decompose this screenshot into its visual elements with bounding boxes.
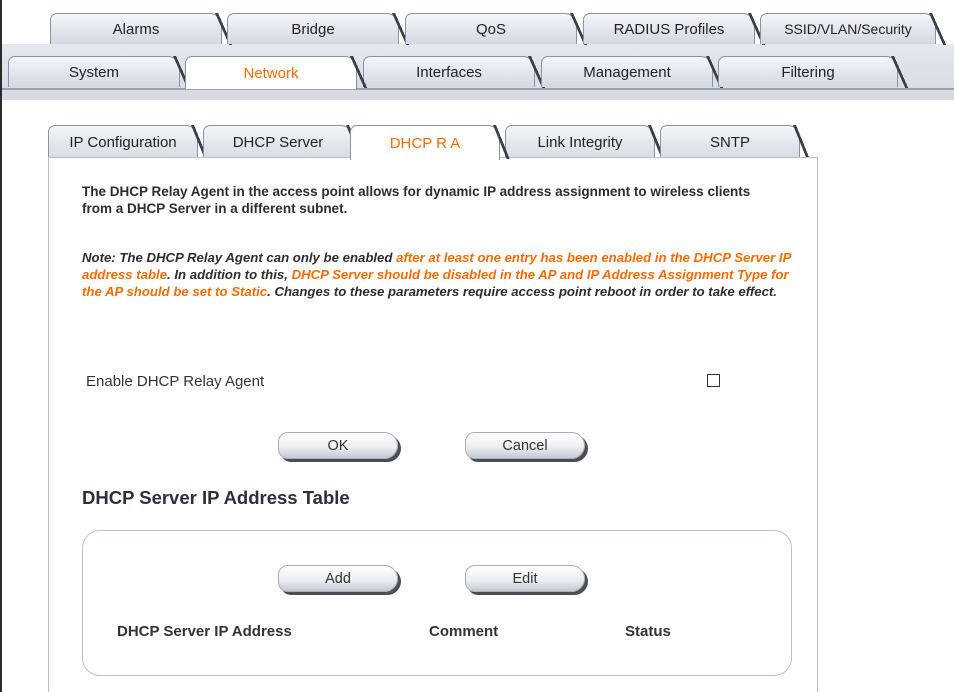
table-title: DHCP Server IP Address Table [82, 487, 350, 508]
column-header-ip-address: DHCP Server IP Address [117, 623, 292, 640]
tab-radius-profiles[interactable]: RADIUS Profiles [583, 13, 755, 44]
note-text: Note: The DHCP Relay Agent can only be e… [82, 249, 794, 300]
tab-filtering[interactable]: Filtering [718, 56, 898, 87]
subtab-dhcp-server[interactable]: DHCP Server [203, 125, 353, 158]
cancel-button[interactable]: Cancel [465, 432, 585, 459]
enable-relay-agent-checkbox[interactable] [707, 374, 720, 387]
add-button[interactable]: Add [278, 565, 398, 592]
network-sub-tabs: IP Configuration DHCP Server DHCP R A Li… [48, 125, 818, 160]
tab-bridge[interactable]: Bridge [227, 13, 399, 44]
ok-button[interactable]: OK [278, 432, 398, 459]
tab-management[interactable]: Management [541, 56, 713, 87]
enable-relay-agent-label: Enable DHCP Relay Agent [86, 373, 265, 390]
tab-network[interactable]: Network [185, 56, 357, 89]
top-tab-row-1: Alarms Bridge QoS RADIUS Profiles SSID/V… [2, 13, 954, 46]
edit-button[interactable]: Edit [465, 565, 585, 592]
window-left-border [0, 0, 2, 692]
tab-system[interactable]: System [8, 56, 180, 87]
subtab-link-integrity[interactable]: Link Integrity [505, 125, 655, 158]
subtab-sntp[interactable]: SNTP [660, 125, 800, 158]
tab-ssid-vlan-security[interactable]: SSID/VLAN/Security [760, 13, 936, 44]
note-text-part: . Changes to these parameters require ac… [267, 284, 777, 299]
tab-alarms[interactable]: Alarms [50, 13, 222, 44]
column-header-status: Status [625, 623, 671, 640]
tab-interfaces[interactable]: Interfaces [363, 56, 535, 87]
subtab-dhcp-relay-agent[interactable]: DHCP R A [350, 125, 500, 160]
tab-qos[interactable]: QoS [405, 13, 577, 44]
note-text-part: Note: The DHCP Relay Agent can only be e… [82, 250, 397, 265]
note-text-part: . In addition to this, [167, 267, 292, 282]
column-header-comment: Comment [429, 623, 499, 640]
top-tab-row-2: System Network Interfaces Management Fil… [2, 56, 954, 89]
dhcp-server-table-box [82, 530, 792, 676]
subtab-ip-configuration[interactable]: IP Configuration [48, 125, 198, 158]
tab-underline [2, 88, 954, 90]
intro-text: The DHCP Relay Agent in the access point… [82, 184, 751, 216]
